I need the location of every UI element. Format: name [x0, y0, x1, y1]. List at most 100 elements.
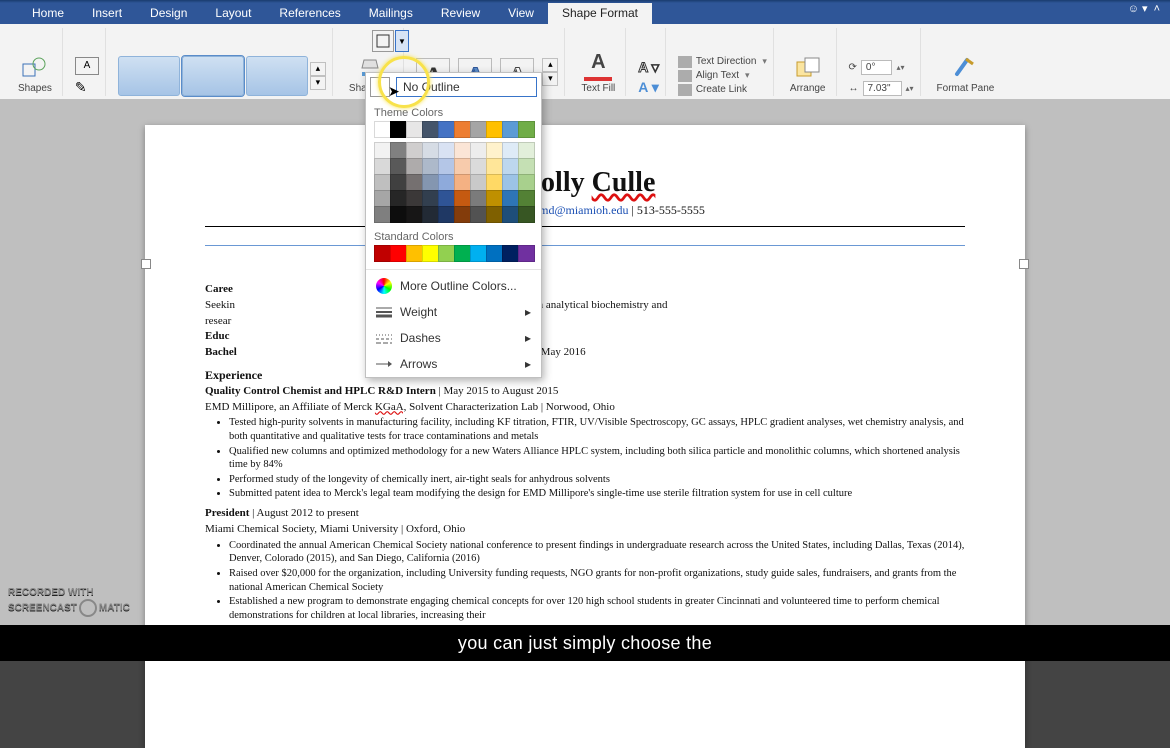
color-swatch[interactable]	[390, 245, 407, 262]
color-swatch[interactable]	[438, 245, 455, 262]
color-swatch[interactable]	[406, 142, 423, 159]
text-outline-icon[interactable]: A ▾	[638, 59, 659, 76]
color-swatch[interactable]	[422, 174, 439, 191]
color-swatch[interactable]	[406, 245, 423, 262]
color-swatch[interactable]	[518, 121, 535, 138]
color-swatch[interactable]	[486, 206, 503, 223]
color-swatch[interactable]	[422, 206, 439, 223]
color-swatch[interactable]	[470, 121, 487, 138]
color-swatch[interactable]	[502, 142, 519, 159]
color-swatch[interactable]	[422, 158, 439, 175]
color-swatch[interactable]	[438, 142, 455, 159]
color-swatch[interactable]	[390, 206, 407, 223]
arrows-option[interactable]: Arrows▸	[366, 351, 541, 377]
color-swatch[interactable]	[390, 142, 407, 159]
color-swatch[interactable]	[406, 174, 423, 191]
color-swatch[interactable]	[406, 190, 423, 207]
shape-outline-dropdown-icon[interactable]: ▼	[395, 30, 409, 52]
color-swatch[interactable]	[390, 190, 407, 207]
tab-home[interactable]: Home	[18, 2, 78, 24]
rotation-field[interactable]: ⟳0°▴▾	[849, 60, 914, 75]
arrange-button[interactable]: Arrange	[786, 51, 830, 96]
color-swatch[interactable]	[438, 121, 455, 138]
color-swatch[interactable]	[422, 190, 439, 207]
color-swatch[interactable]	[454, 245, 471, 262]
color-swatch[interactable]	[438, 158, 455, 175]
shape-handle-left[interactable]	[141, 259, 151, 269]
color-swatch[interactable]	[390, 158, 407, 175]
color-swatch[interactable]	[438, 174, 455, 191]
color-swatch[interactable]	[502, 245, 519, 262]
automatic-color-swatch[interactable]	[370, 77, 390, 97]
wordart-down-icon[interactable]: ▾	[542, 72, 558, 86]
wordart-up-icon[interactable]: ▴	[542, 58, 558, 72]
color-swatch[interactable]	[470, 142, 487, 159]
color-swatch[interactable]	[390, 121, 407, 138]
color-swatch[interactable]	[502, 158, 519, 175]
color-swatch[interactable]	[470, 245, 487, 262]
tab-references[interactable]: References	[265, 2, 354, 24]
color-swatch[interactable]	[518, 190, 535, 207]
shape-style-2[interactable]	[182, 56, 244, 96]
gallery-up-icon[interactable]: ▴	[310, 62, 326, 76]
shapes-button[interactable]: Shapes	[14, 51, 56, 96]
create-link-button[interactable]: Create Link	[678, 84, 767, 96]
shape-style-3[interactable]	[246, 56, 308, 96]
tab-design[interactable]: Design	[136, 2, 201, 24]
color-swatch[interactable]	[374, 142, 391, 159]
color-swatch[interactable]	[470, 190, 487, 207]
weight-option[interactable]: Weight▸	[366, 299, 541, 325]
shape-style-1[interactable]	[118, 56, 180, 96]
color-swatch[interactable]	[518, 245, 535, 262]
tab-mailings[interactable]: Mailings	[355, 2, 427, 24]
more-outline-colors-option[interactable]: More Outline Colors...	[366, 273, 541, 299]
color-swatch[interactable]	[390, 174, 407, 191]
gallery-down-icon[interactable]: ▾	[310, 76, 326, 90]
tab-insert[interactable]: Insert	[78, 2, 136, 24]
color-swatch[interactable]	[374, 206, 391, 223]
color-swatch[interactable]	[518, 158, 535, 175]
color-swatch[interactable]	[374, 245, 391, 262]
color-swatch[interactable]	[454, 206, 471, 223]
color-swatch[interactable]	[470, 158, 487, 175]
shape-outline-split[interactable]	[372, 30, 394, 52]
tab-shape-format[interactable]: Shape Format	[548, 2, 652, 24]
account-smile-icon[interactable]: ☺ ▾	[1128, 2, 1148, 15]
color-swatch[interactable]	[502, 121, 519, 138]
color-swatch[interactable]	[486, 190, 503, 207]
color-swatch[interactable]	[374, 174, 391, 191]
color-swatch[interactable]	[374, 190, 391, 207]
no-outline-option[interactable]: No Outline	[396, 77, 537, 97]
color-swatch[interactable]	[454, 142, 471, 159]
color-swatch[interactable]	[486, 245, 503, 262]
color-swatch[interactable]	[406, 206, 423, 223]
text-box-icon[interactable]: A	[75, 57, 99, 75]
color-swatch[interactable]	[422, 121, 439, 138]
color-swatch[interactable]	[438, 206, 455, 223]
tab-view[interactable]: View	[494, 2, 548, 24]
titlebar-up-icon[interactable]: ˄	[1154, 3, 1160, 15]
color-swatch[interactable]	[454, 174, 471, 191]
color-swatch[interactable]	[486, 121, 503, 138]
color-swatch[interactable]	[518, 174, 535, 191]
selected-shape-line[interactable]	[205, 245, 965, 246]
color-swatch[interactable]	[470, 206, 487, 223]
color-swatch[interactable]	[502, 190, 519, 207]
align-text-button[interactable]: Align Text▾	[678, 70, 767, 82]
color-swatch[interactable]	[454, 190, 471, 207]
color-swatch[interactable]	[454, 121, 471, 138]
text-fill-button[interactable]: A Text Fill	[577, 47, 619, 96]
color-swatch[interactable]	[502, 174, 519, 191]
color-swatch[interactable]	[518, 142, 535, 159]
color-swatch[interactable]	[422, 142, 439, 159]
tab-review[interactable]: Review	[427, 2, 494, 24]
dashes-option[interactable]: Dashes▸	[366, 325, 541, 351]
color-swatch[interactable]	[374, 158, 391, 175]
color-swatch[interactable]	[502, 206, 519, 223]
color-swatch[interactable]	[422, 245, 439, 262]
color-swatch[interactable]	[406, 121, 423, 138]
edit-shape-icon[interactable]: ✎	[75, 79, 99, 96]
color-swatch[interactable]	[406, 158, 423, 175]
shape-handle-right[interactable]	[1019, 259, 1029, 269]
color-swatch[interactable]	[518, 206, 535, 223]
